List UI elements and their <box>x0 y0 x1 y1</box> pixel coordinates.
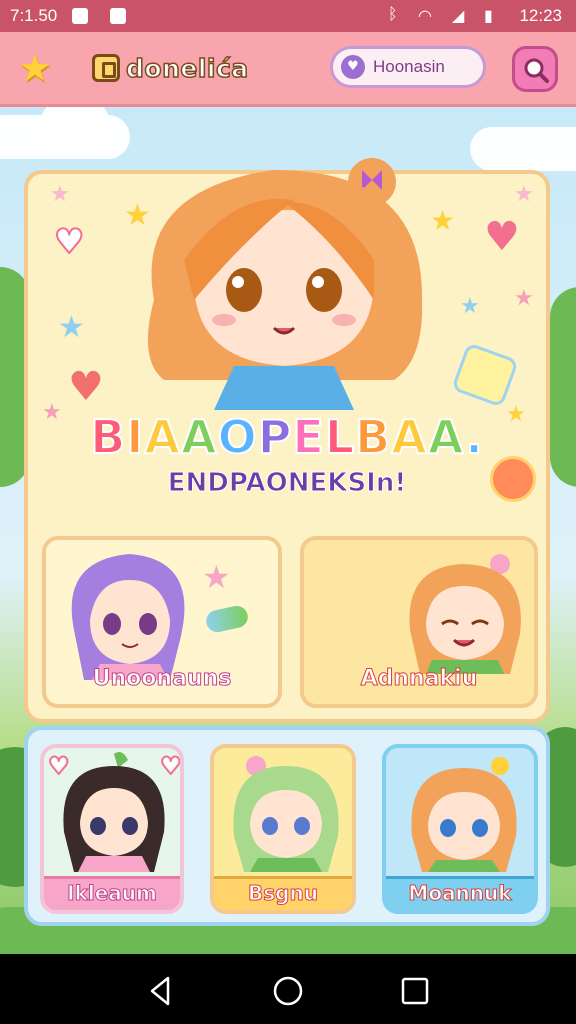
star-icon[interactable]: ★ <box>18 48 58 88</box>
heart-badge-icon: ♥ <box>341 55 365 79</box>
hero-title-letter: A <box>180 409 218 465</box>
home-icon[interactable] <box>271 974 305 1008</box>
hero-title-letter: P <box>257 409 293 465</box>
character-card-3-label: Moannuk <box>408 881 512 906</box>
system-nav-bar <box>0 954 576 1024</box>
character-selector: ♥ ♥ Ikleaum Bsgnu Moannuk <box>24 726 550 926</box>
hero-title-letter: B <box>354 409 392 465</box>
star-icon: ★ <box>50 182 70 207</box>
hero-title-letter: E <box>291 409 325 465</box>
recents-icon[interactable] <box>398 974 432 1008</box>
star-icon: ★ <box>460 294 480 319</box>
hero-card-left-label: Unoonauns <box>92 666 232 692</box>
app-bar: ★ donelića ♥ Hoonasin <box>0 32 576 107</box>
character-card-2-label: Bsgnu <box>248 881 319 906</box>
star-icon: ★ <box>202 558 231 596</box>
character-card-2[interactable]: Bsgnu <box>210 744 356 914</box>
tree <box>550 287 576 487</box>
hero-title-letter: . <box>464 409 484 465</box>
hero-card-left[interactable]: ★ Unoonauns <box>42 536 282 708</box>
hero-title-letter: A <box>427 409 466 465</box>
hero-title-letter: A <box>390 409 428 465</box>
heart-icon: ♥ <box>53 221 86 263</box>
purple-hair-character <box>71 554 185 680</box>
hero-card-right-label: Adnnakiu <box>360 666 478 692</box>
hero-title-letter: A <box>143 409 181 465</box>
wand-icon <box>204 603 250 635</box>
star-icon: ★ <box>514 286 534 311</box>
logo-text: donelića <box>125 53 249 84</box>
signal-icon: ◢ <box>452 8 465 25</box>
star-icon: ★ <box>58 310 85 345</box>
bluetooth-icon: ᛒ <box>388 6 398 23</box>
green-hair-character <box>233 756 339 872</box>
character-card-1-label: Ikleaum <box>67 881 158 906</box>
orange-bun-character <box>411 757 517 872</box>
star-icon: ★ <box>514 182 534 207</box>
hero-title-letter: I <box>125 409 145 465</box>
app-logo[interactable]: donelića <box>92 50 249 86</box>
notification-icon <box>72 8 88 24</box>
heart-icon: ♥ <box>484 214 520 260</box>
hero-title: BIAAOPELBAA. <box>28 409 546 465</box>
gift-icon <box>451 342 519 408</box>
character-card-1[interactable]: ♥ ♥ Ikleaum <box>40 744 184 914</box>
hero-character <box>147 158 423 410</box>
search-icon <box>524 58 549 83</box>
profile-chip[interactable]: ♥ Hoonasin <box>330 46 486 88</box>
back-icon[interactable] <box>144 974 178 1008</box>
orange-hair-character <box>409 554 521 674</box>
status-bar: 7:1.50 ᛒ ◠ ◢ ▮ 12:23 <box>0 0 576 32</box>
hero-title-letter: O <box>217 409 258 465</box>
cloud <box>470 127 576 171</box>
photo-icon <box>110 8 126 24</box>
status-time-right: 12:23 <box>519 6 562 25</box>
battery-icon: ▮ <box>484 8 493 25</box>
hero-card-right[interactable]: Adnnakiu <box>300 536 538 708</box>
hero-subtitle: ENDPAONEKSIn! <box>167 468 407 499</box>
search-button[interactable] <box>512 46 558 92</box>
chip-label: Hoonasin <box>373 57 445 76</box>
hero-title-letter: B <box>89 409 127 465</box>
cloud <box>40 107 110 149</box>
character-card-3[interactable]: Moannuk <box>382 744 538 914</box>
hero-panel: ★ ★ ♥ ★ ♥ ★ ★ ♥ ★ ★ ★ ★ BIAAOPELBAA. END… <box>24 158 550 723</box>
logo-icon <box>92 54 120 82</box>
hero-title-letter: L <box>324 409 356 465</box>
status-time-left: 7:1.50 <box>10 6 58 25</box>
black-hair-character <box>63 752 165 872</box>
heart-icon: ♥ <box>68 364 104 410</box>
wifi-icon: ◠ <box>418 8 432 25</box>
